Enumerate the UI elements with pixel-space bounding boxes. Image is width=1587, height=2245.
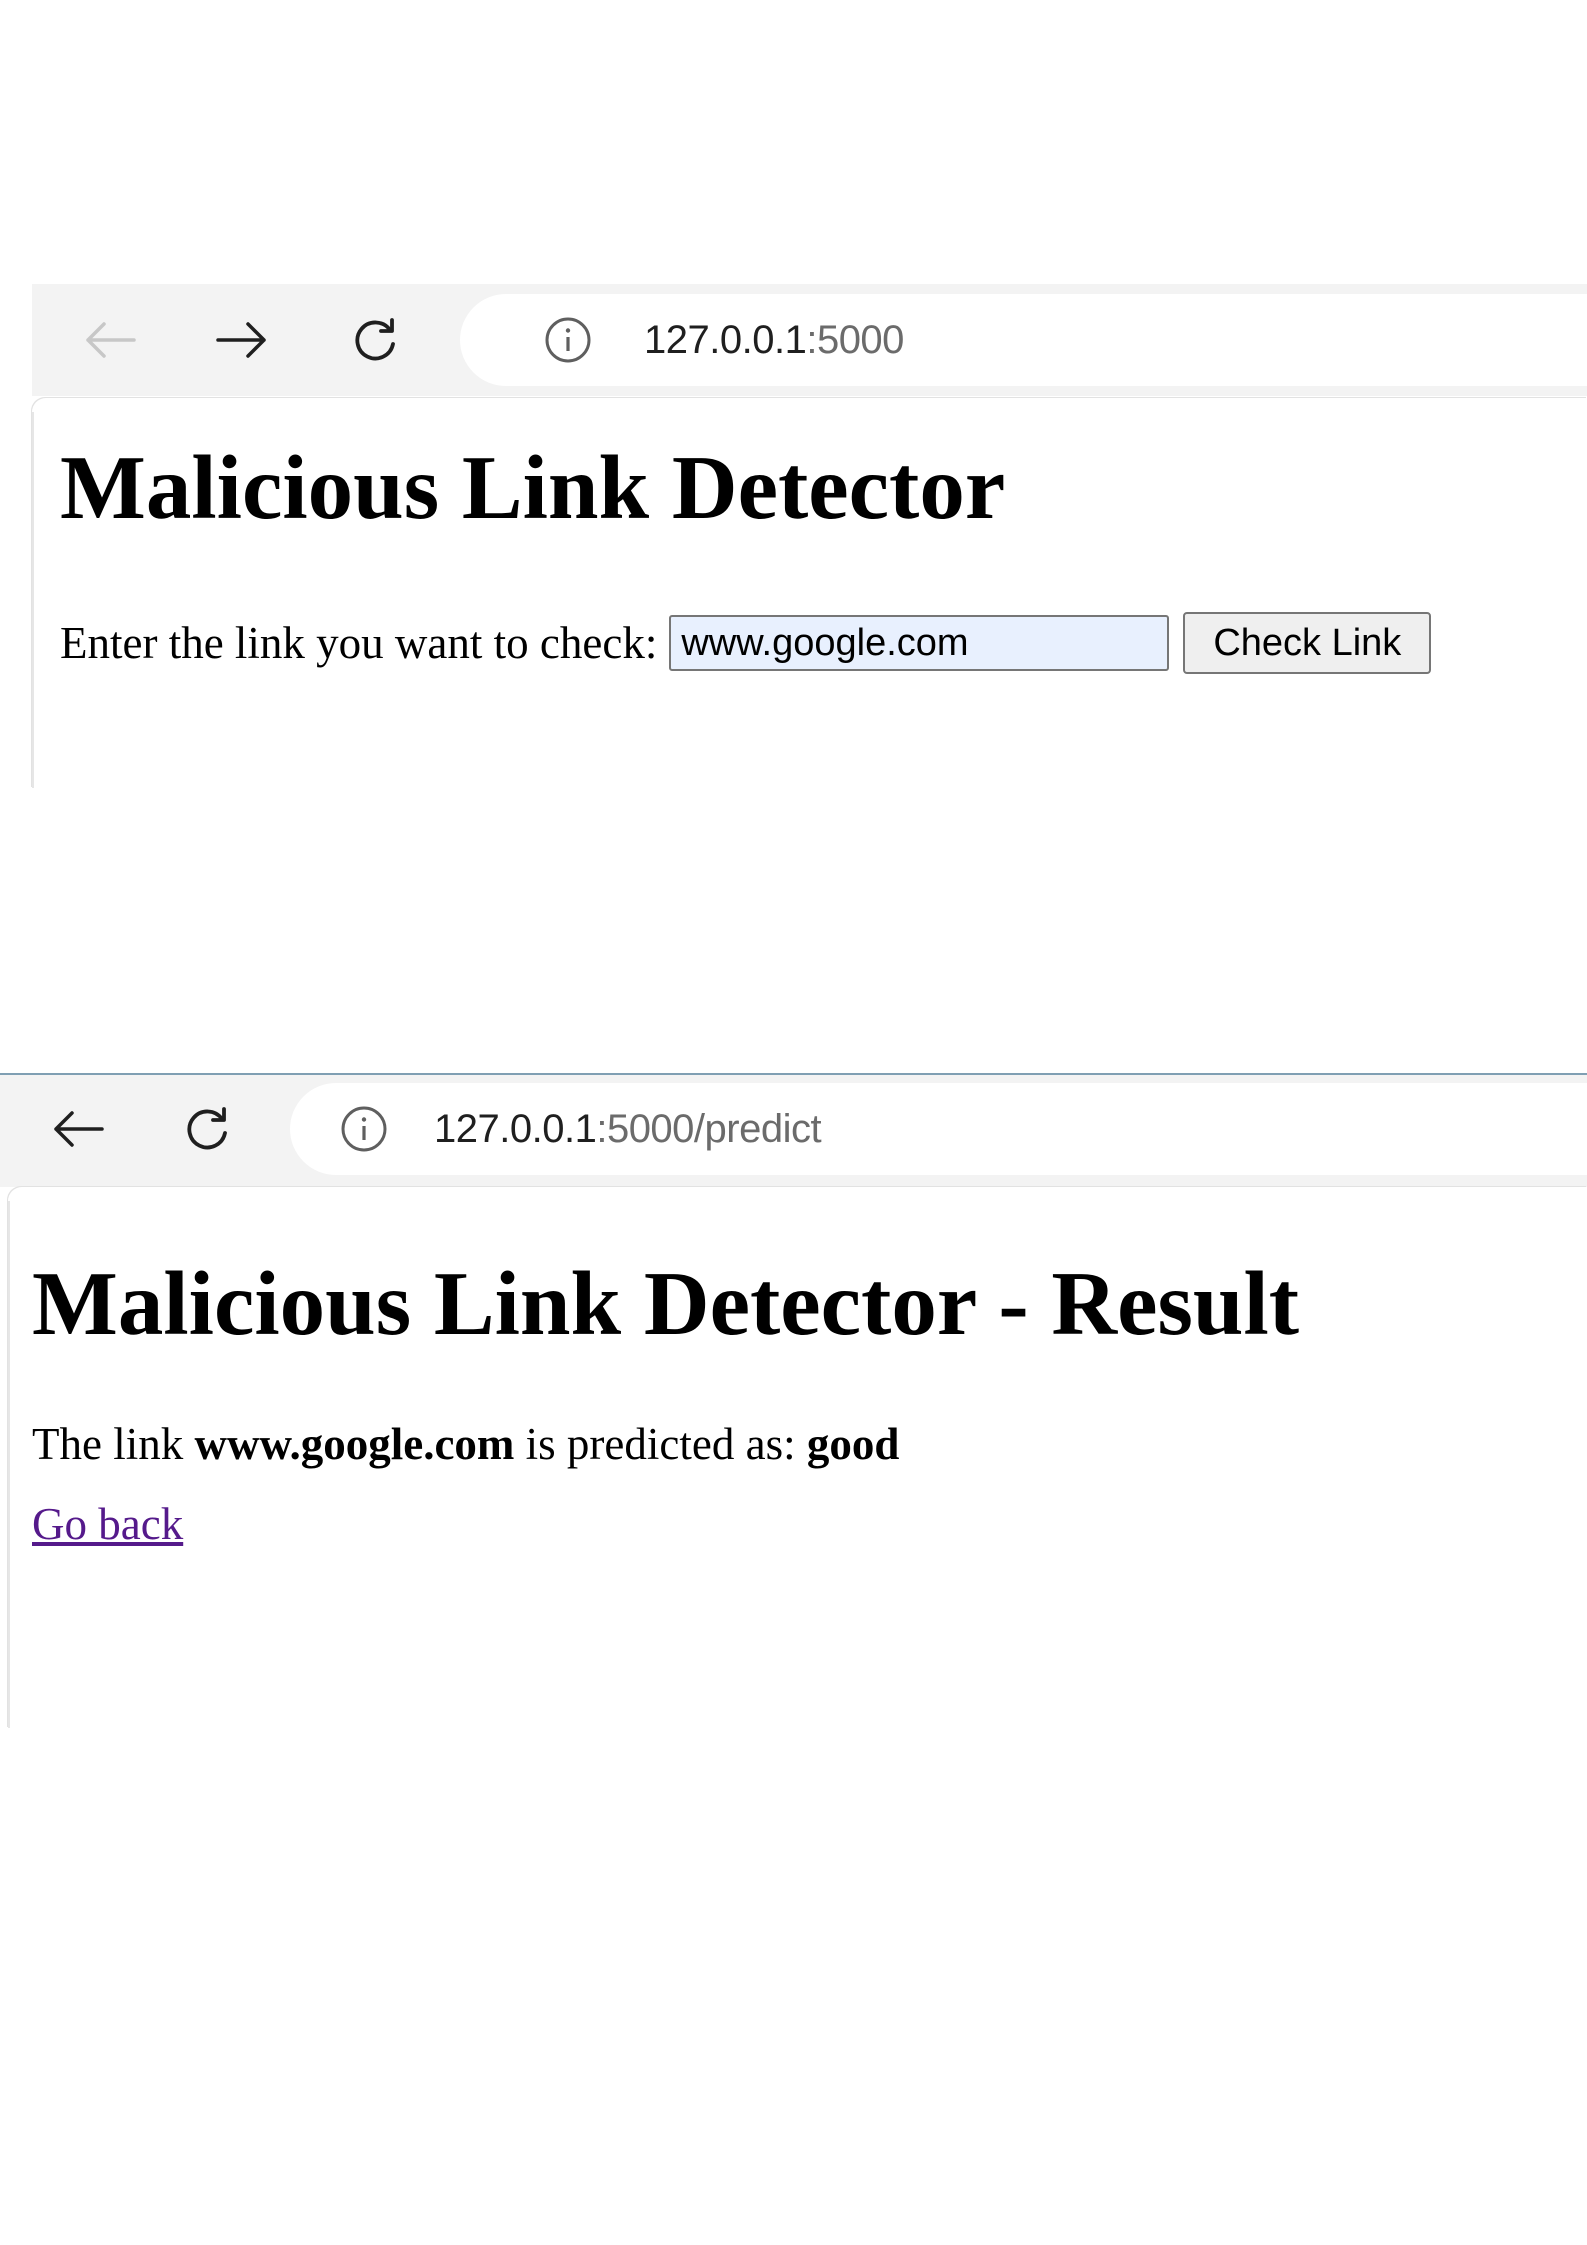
info-icon — [545, 317, 591, 363]
address-url: 127.0.0.1:5000/predict — [434, 1105, 822, 1153]
link-input-label: Enter the link you want to check: — [60, 618, 658, 668]
page-title: Malicious Link Detector — [60, 437, 1006, 538]
url-path: :5000 — [806, 318, 904, 362]
arrow-left-icon — [54, 1111, 104, 1147]
page-content: Malicious Link Detector - Result The lin… — [8, 1187, 1587, 1728]
back-button[interactable] — [48, 1099, 108, 1159]
result-prefix: The link — [32, 1419, 184, 1469]
address-bar[interactable]: 127.0.0.1:5000 — [460, 294, 1587, 386]
url-host: 127.0.0.1 — [644, 318, 807, 362]
browser-toolbar: 127.0.0.1:5000/predict — [0, 1075, 1587, 1187]
info-icon — [341, 1106, 387, 1152]
link-input[interactable] — [669, 615, 1170, 671]
page-title: Malicious Link Detector - Result — [32, 1253, 1300, 1354]
result-middle: is predicted as: — [525, 1419, 796, 1469]
check-link-button[interactable]: Check Link — [1183, 612, 1432, 674]
arrow-right-icon — [216, 322, 266, 358]
link-check-form: Enter the link you want to check: Check … — [60, 612, 1432, 674]
address-bar[interactable]: 127.0.0.1:5000/predict — [290, 1083, 1587, 1175]
reload-icon — [355, 318, 395, 361]
go-back-link[interactable]: Go back — [32, 1497, 183, 1551]
page-content: Malicious Link Detector Enter the link y… — [32, 398, 1587, 788]
browser-window-result-page: 127.0.0.1:5000/predict Malicious Link De… — [0, 1073, 1587, 1728]
url-path: :5000/predict — [596, 1107, 822, 1151]
site-info-button[interactable] — [340, 1105, 388, 1153]
reload-button[interactable] — [345, 310, 405, 370]
site-info-button[interactable] — [544, 316, 592, 364]
prediction-label: good — [806, 1419, 900, 1469]
browser-toolbar: 127.0.0.1:5000 — [32, 284, 1587, 396]
prediction-result: The link www.google.com is predicted as:… — [32, 1417, 899, 1471]
reload-icon — [187, 1107, 227, 1150]
address-url: 127.0.0.1:5000 — [644, 316, 904, 364]
browser-window-input-page: 127.0.0.1:5000 Malicious Link Detector E… — [32, 284, 1587, 788]
arrow-left-icon — [86, 322, 136, 358]
back-button[interactable] — [80, 310, 140, 370]
forward-button[interactable] — [212, 310, 272, 370]
checked-link: www.google.com — [194, 1419, 515, 1469]
reload-button[interactable] — [177, 1099, 237, 1159]
url-host: 127.0.0.1 — [434, 1107, 597, 1151]
